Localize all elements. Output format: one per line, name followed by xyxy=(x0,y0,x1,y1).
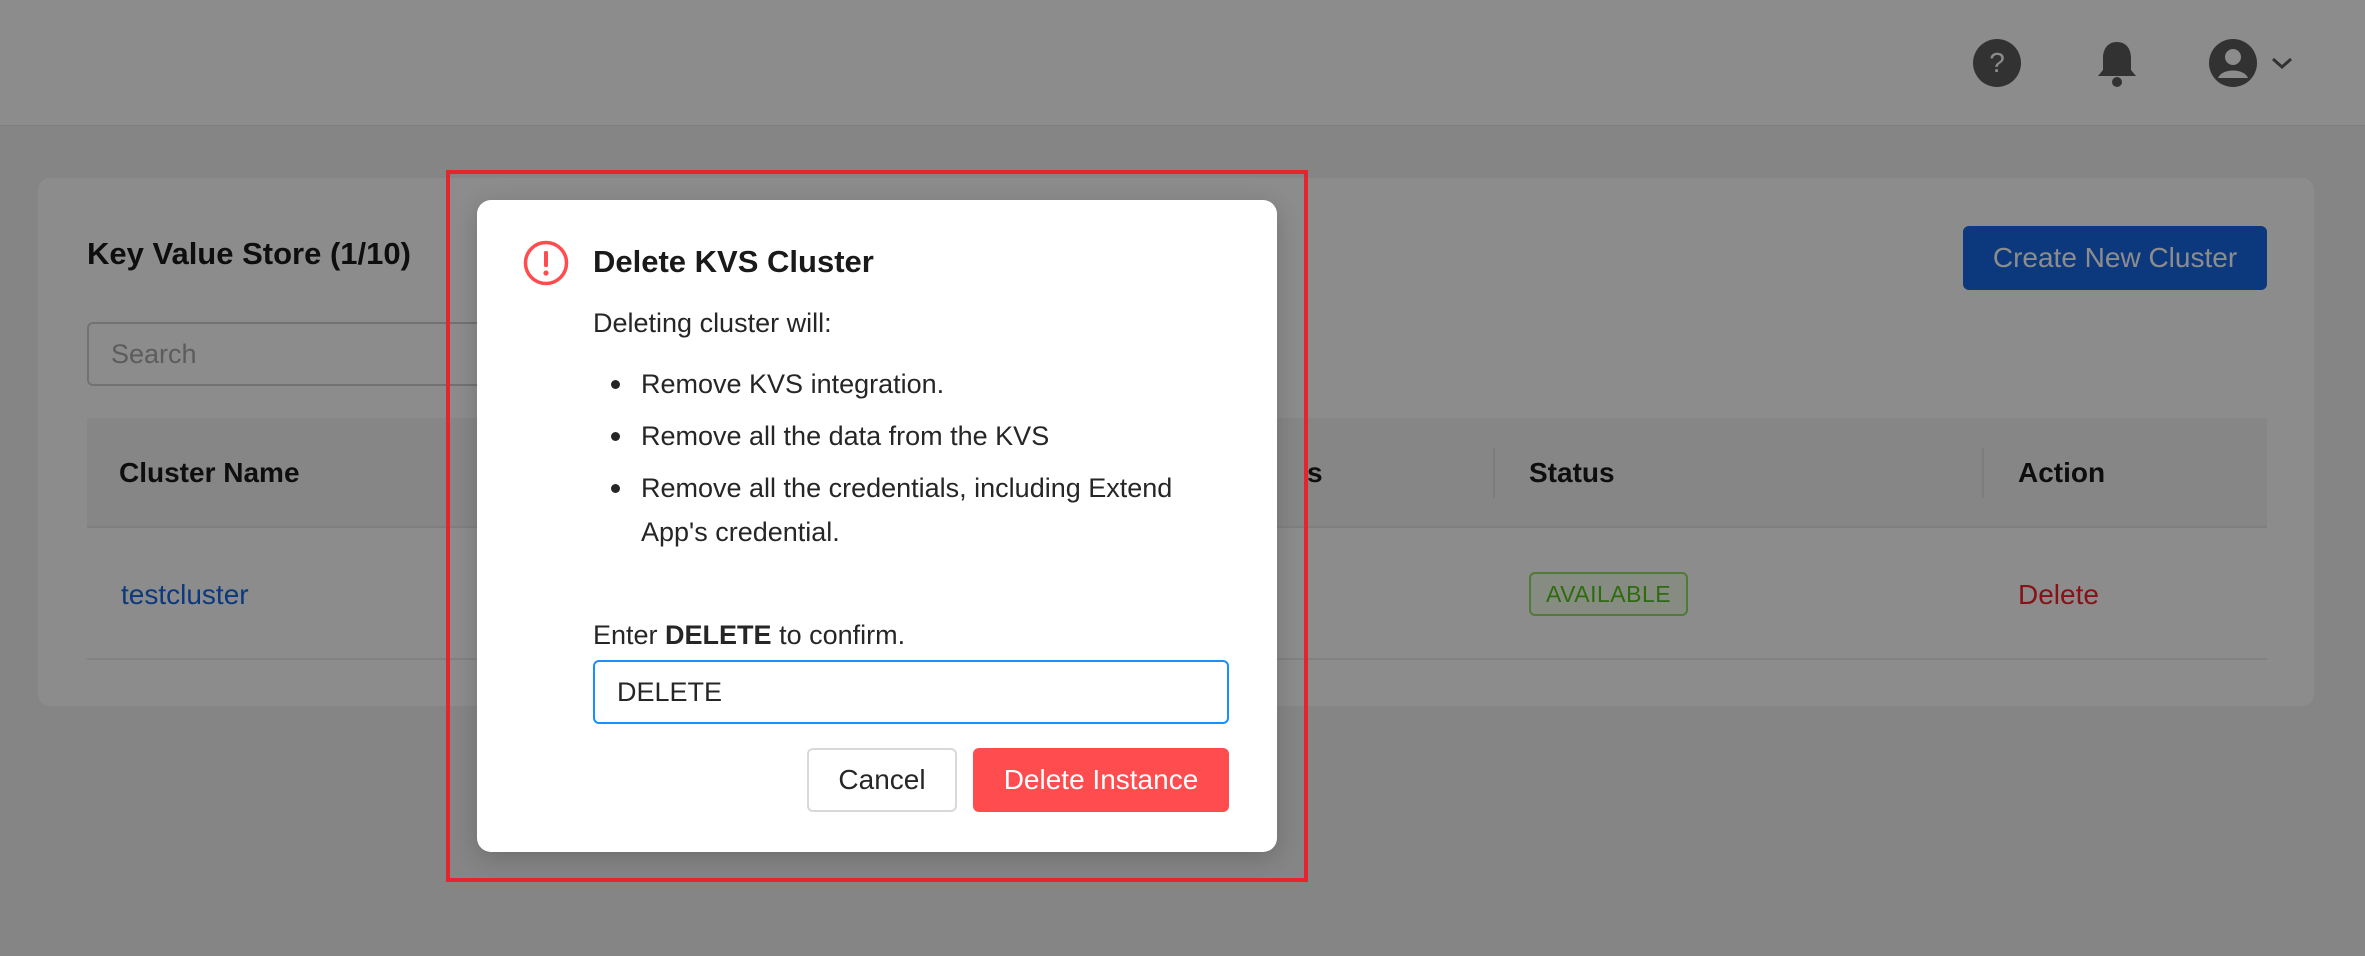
list-item: Remove all the credentials, including Ex… xyxy=(593,466,1213,554)
consequence-list: Remove KVS integration. Remove all the d… xyxy=(593,362,1213,562)
confirm-suffix: to confirm. xyxy=(771,620,906,650)
dialog-intro: Deleting cluster will: xyxy=(593,308,832,338)
list-item: Remove KVS integration. xyxy=(593,362,1213,406)
confirm-prefix: Enter xyxy=(593,620,666,650)
cancel-button[interactable]: Cancel xyxy=(807,748,957,812)
delete-cluster-dialog: Delete KVS Cluster Deleting cluster will… xyxy=(477,200,1277,852)
delete-instance-button[interactable]: Delete Instance xyxy=(973,748,1229,812)
confirm-keyword: DELETE xyxy=(665,620,772,650)
list-item: Remove all the data from the KVS xyxy=(593,414,1213,458)
exclamation-circle-icon xyxy=(523,240,569,286)
app-root: ? Key Value Store (1/10) Create New Clus… xyxy=(0,0,2365,956)
confirm-delete-input[interactable] xyxy=(593,660,1229,724)
confirm-instruction: Enter DELETE to confirm. xyxy=(593,620,905,651)
dialog-title: Delete KVS Cluster xyxy=(593,244,874,279)
